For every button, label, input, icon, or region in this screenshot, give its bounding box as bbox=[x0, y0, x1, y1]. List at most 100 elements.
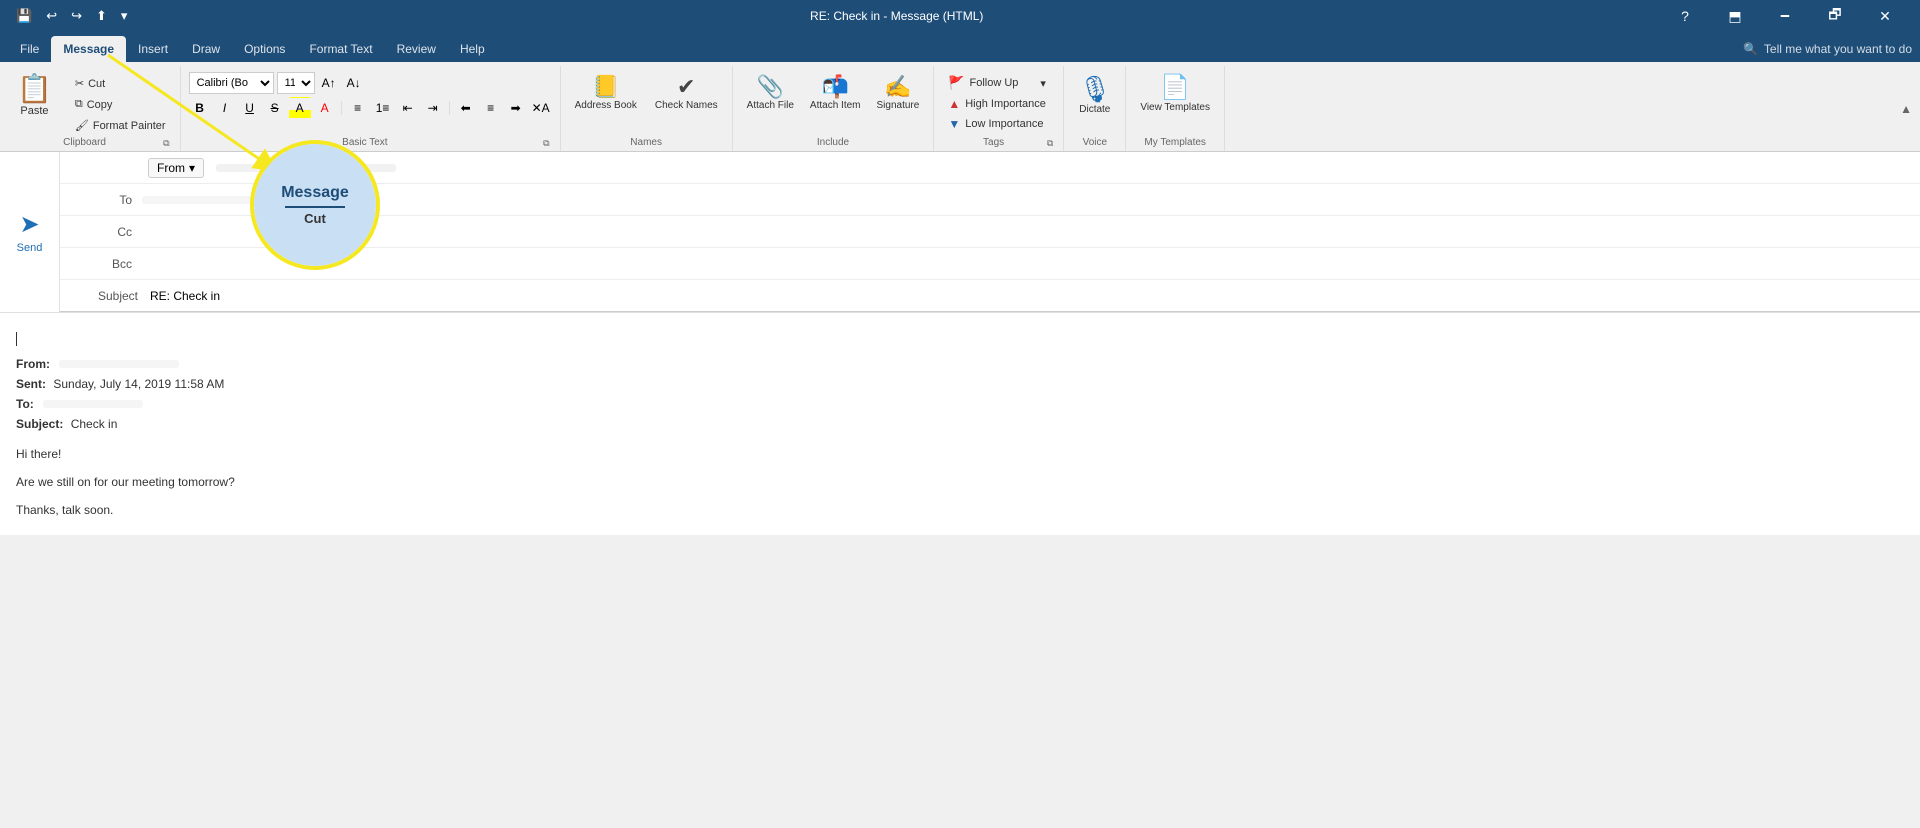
cut-icon: ✂ bbox=[75, 77, 84, 90]
email-greeting: Hi there! bbox=[16, 445, 1904, 463]
subject-meta-line: Subject: Check in bbox=[16, 415, 1904, 433]
align-center-btn[interactable]: ≡ bbox=[480, 97, 502, 119]
save-quick-btn[interactable]: 💾 bbox=[12, 6, 36, 26]
font-size-select[interactable]: 11 bbox=[277, 72, 315, 94]
ribbon-search[interactable]: 🔍 Tell me what you want to do bbox=[1743, 42, 1912, 62]
window-controls: ? ⬒ 🗕 🗗 ✕ bbox=[1662, 0, 1908, 32]
font-color-button[interactable]: A bbox=[314, 97, 336, 119]
help-btn[interactable]: ? bbox=[1662, 0, 1708, 32]
ribbon-display-btn[interactable]: ⬒ bbox=[1712, 0, 1758, 32]
from-value: From bbox=[157, 161, 185, 175]
decrease-font-btn[interactable]: A↓ bbox=[343, 72, 365, 94]
ribbon-collapse-button[interactable]: ▲ bbox=[1900, 102, 1912, 116]
to-field-extra bbox=[290, 196, 370, 204]
signature-icon: ✍ bbox=[884, 76, 911, 98]
dictate-button[interactable]: 🎙 Dictate bbox=[1072, 72, 1117, 119]
tab-review[interactable]: Review bbox=[385, 36, 448, 62]
paste-icon: 📋 bbox=[17, 72, 52, 105]
email-line1: Are we still on for our meeting tomorrow… bbox=[16, 473, 1904, 491]
maximize-btn[interactable]: 🗗 bbox=[1812, 0, 1858, 32]
decrease-indent-btn[interactable]: ⇤ bbox=[397, 97, 419, 119]
format-painter-button[interactable]: 🖌 Format Painter bbox=[69, 116, 172, 135]
attach-item-button[interactable]: 📬 Attach Item bbox=[804, 72, 867, 115]
tab-draw[interactable]: Draw bbox=[180, 36, 232, 62]
basic-text-label: Basic Text bbox=[189, 135, 542, 151]
underline-button[interactable]: U bbox=[239, 97, 261, 119]
subject-meta-value: Check in bbox=[71, 417, 118, 431]
bcc-input[interactable] bbox=[142, 253, 1912, 275]
sent-meta-line: Sent: Sunday, July 14, 2019 11:58 AM bbox=[16, 375, 1904, 393]
ribbon-group-templates: 📄 View Templates My Templates bbox=[1126, 66, 1225, 151]
align-left-btn[interactable]: ⬅ bbox=[455, 97, 477, 119]
paste-button[interactable]: 📋 Paste bbox=[8, 68, 61, 121]
minimize-btn[interactable]: 🗕 bbox=[1762, 0, 1808, 32]
tab-message[interactable]: Message bbox=[51, 36, 126, 62]
clipboard-expand-icon[interactable]: ⧉ bbox=[161, 136, 171, 151]
cc-button[interactable]: Cc bbox=[68, 225, 142, 239]
align-right-btn[interactable]: ➡ bbox=[505, 97, 527, 119]
to-input[interactable] bbox=[370, 189, 1912, 211]
tab-help[interactable]: Help bbox=[448, 36, 497, 62]
customize-quick-btn[interactable]: ▾ bbox=[117, 6, 132, 26]
bullets-button[interactable]: ≡ bbox=[347, 97, 369, 119]
sent-meta-value: Sunday, July 14, 2019 11:58 AM bbox=[53, 377, 224, 391]
text-cursor bbox=[16, 332, 17, 346]
title-bar-left: 💾 ↩ ↪ ⬆ ▾ bbox=[12, 6, 131, 26]
increase-indent-btn[interactable]: ⇥ bbox=[422, 97, 444, 119]
check-names-button[interactable]: ✔ Check Names bbox=[649, 72, 724, 115]
undo-quick-btn[interactable]: ↩ bbox=[42, 6, 61, 26]
window-title: RE: Check in - Message (HTML) bbox=[131, 9, 1662, 23]
from-meta-line: From: bbox=[16, 355, 1904, 373]
send-button[interactable]: ➤ Send bbox=[0, 152, 60, 312]
attach-item-icon: 📬 bbox=[822, 76, 849, 98]
divider bbox=[341, 101, 342, 115]
copy-button[interactable]: ⧉ Copy bbox=[69, 95, 172, 114]
strikethrough-button[interactable]: S bbox=[264, 97, 286, 119]
cc-input[interactable] bbox=[142, 221, 1912, 243]
ribbon-group-clipboard: 📋 Paste ✂ Cut ⧉ Copy 🖌 bbox=[0, 66, 181, 151]
email-body-area[interactable]: From: Sent: Sunday, July 14, 2019 11:58 … bbox=[0, 313, 1920, 535]
attach-file-button[interactable]: 📎 Attach File bbox=[741, 72, 800, 115]
tags-expand[interactable]: ⧉ bbox=[1045, 136, 1055, 151]
send-area: ➤ Send From ▾ To Cc bbox=[0, 152, 1920, 313]
subject-label: Subject bbox=[68, 289, 148, 303]
view-templates-icon: 📄 bbox=[1160, 76, 1190, 100]
from-button[interactable]: From ▾ bbox=[148, 158, 204, 178]
font-name-select[interactable]: Calibri (Bo bbox=[189, 72, 274, 94]
basic-text-expand[interactable]: ⧉ bbox=[541, 136, 551, 151]
flag-icon: 🚩 bbox=[948, 75, 964, 91]
up-quick-btn[interactable]: ⬆ bbox=[92, 6, 111, 26]
address-book-button[interactable]: 📒 Address Book bbox=[569, 72, 643, 115]
clipboard-label-row: Clipboard ⧉ bbox=[8, 135, 172, 151]
low-importance-button[interactable]: ▼ Low Importance bbox=[942, 114, 1052, 134]
to-button[interactable]: To bbox=[68, 193, 142, 207]
tab-format-text[interactable]: Format Text bbox=[297, 36, 384, 62]
high-importance-button[interactable]: ▲ High Importance bbox=[942, 94, 1052, 114]
signature-button[interactable]: ✍ Signature bbox=[871, 72, 926, 115]
tab-insert[interactable]: Insert bbox=[126, 36, 180, 62]
from-row: From ▾ bbox=[60, 152, 1920, 184]
view-templates-button[interactable]: 📄 View Templates bbox=[1134, 72, 1216, 117]
ribbon-tabs: File Message Insert Draw Options Format … bbox=[0, 32, 1920, 62]
follow-up-button[interactable]: 🚩 Follow Up ▾ bbox=[942, 72, 1052, 94]
bcc-button[interactable]: Bcc bbox=[68, 257, 142, 271]
highlight-button[interactable]: A bbox=[289, 97, 311, 119]
close-btn[interactable]: ✕ bbox=[1862, 0, 1908, 32]
cut-button[interactable]: ✂ Cut bbox=[69, 74, 172, 93]
to-row: To bbox=[60, 184, 1920, 216]
increase-font-btn[interactable]: A↑ bbox=[318, 72, 340, 94]
tags-label: Tags bbox=[942, 135, 1045, 151]
tab-options[interactable]: Options bbox=[232, 36, 297, 62]
numbering-button[interactable]: 1≡ bbox=[372, 97, 394, 119]
to-meta-value bbox=[43, 400, 143, 408]
clear-format-btn[interactable]: ✕A bbox=[530, 97, 552, 119]
redo-quick-btn[interactable]: ↪ bbox=[67, 6, 86, 26]
search-label: Tell me what you want to do bbox=[1764, 42, 1912, 56]
check-names-icon: ✔ bbox=[677, 76, 695, 98]
send-label: Send bbox=[17, 242, 43, 254]
paste-label: Paste bbox=[20, 105, 48, 117]
bold-button[interactable]: B bbox=[189, 97, 211, 119]
italic-button[interactable]: I bbox=[214, 97, 236, 119]
tab-file[interactable]: File bbox=[8, 36, 51, 62]
ribbon-bar: 📋 Paste ✂ Cut ⧉ Copy 🖌 bbox=[0, 62, 1920, 152]
